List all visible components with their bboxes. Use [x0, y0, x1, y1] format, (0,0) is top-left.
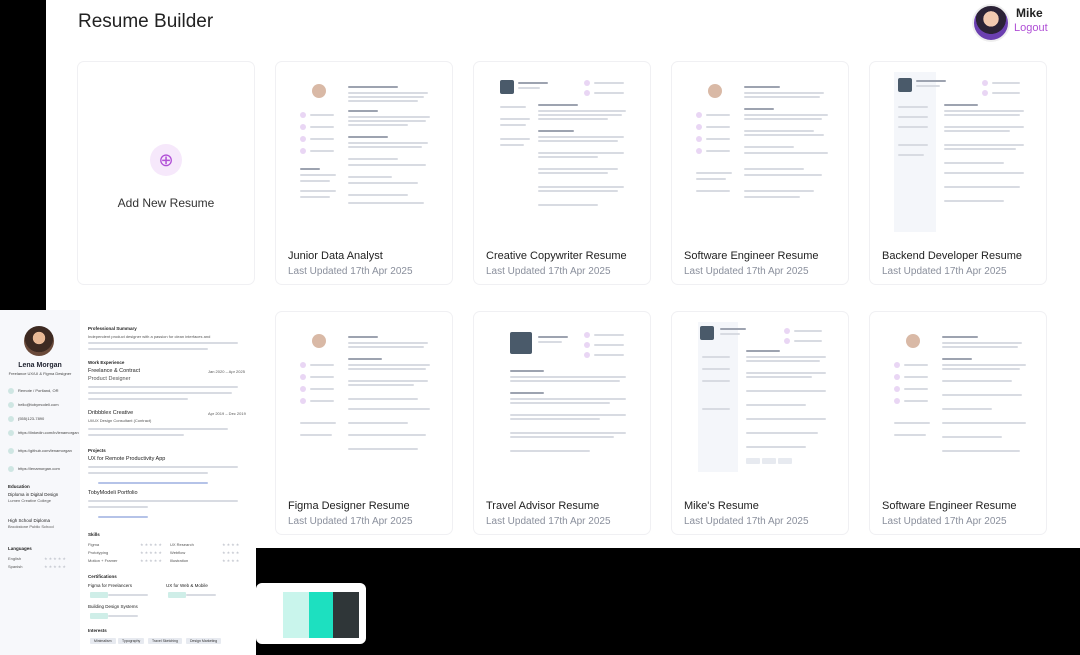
preview-text: English — [8, 556, 22, 561]
resume-card[interactable]: Software Engineer Resume Last Updated 17… — [870, 312, 1046, 534]
preview-text: Brookstone Public School — [8, 524, 54, 529]
interest-tag: Minimalism — [90, 638, 116, 644]
preview-skill: Motion + Framer — [88, 558, 118, 563]
preview-text: Independent product designer with a pass… — [88, 334, 211, 339]
preview-languages-heading: Languages — [8, 546, 32, 551]
resume-thumbnail — [882, 322, 1034, 482]
color-swatch[interactable] — [283, 592, 309, 638]
resume-updated: Last Updated 17th Apr 2025 — [882, 266, 1007, 277]
preview-text: Spanish — [8, 564, 23, 569]
preview-job-dates: Apr 2019 – Dec 2019 — [208, 411, 246, 416]
preview-skills-heading: Skills — [88, 532, 100, 537]
preview-project-title: UX for Remote Productivity App — [88, 456, 166, 462]
resume-title: Travel Advisor Resume — [486, 500, 600, 512]
preview-skill: UX Research — [170, 542, 194, 547]
preview-text: Diploma in Digital Design — [8, 492, 59, 497]
rating-stars: ★★★★★ — [44, 556, 67, 561]
preview-cert: Building Design Systems — [88, 604, 138, 609]
resume-title: Figma Designer Resume — [288, 500, 410, 512]
preview-cert: UX for Web & Mobile — [166, 583, 208, 588]
resume-updated: Last Updated 17th Apr 2025 — [486, 266, 611, 277]
preview-contact: https://linkedin.com/in/lenamorgan — [8, 430, 79, 436]
resume-card[interactable]: Backend Developer Resume Last Updated 17… — [870, 62, 1046, 284]
rating-stars: ★★★★★ — [140, 550, 163, 555]
preview-skill: Prototyping — [88, 550, 109, 555]
color-swatch[interactable] — [309, 592, 335, 638]
resume-thumbnail — [684, 72, 836, 232]
preview-role: Freelance UX/UI & Figma Designer — [8, 371, 72, 376]
preview-contact: hello@tobymodeli.com — [8, 402, 59, 408]
resume-thumbnail — [486, 72, 638, 232]
interest-tag: Design Marketing — [186, 638, 222, 644]
preview-skill: Webflow — [170, 550, 186, 555]
add-new-resume-card[interactable]: ⊕ Add New Resume — [78, 62, 254, 284]
preview-job-title: Freelance & Contract — [88, 368, 140, 374]
preview-contact: https://github.com/lenamorgan — [8, 448, 72, 454]
resume-title: Junior Data Analyst — [288, 250, 383, 262]
preview-skill: Illustration — [170, 558, 189, 563]
resume-thumbnail — [684, 322, 836, 482]
resume-thumbnail — [882, 72, 1034, 232]
resume-preview: Lena Morgan Freelance UX/UI & Figma Desi… — [0, 310, 256, 655]
resume-card[interactable]: Figma Designer Resume Last Updated 17th … — [276, 312, 452, 534]
rating-stars: ★★★★★ — [44, 564, 67, 569]
resume-thumbnail — [288, 72, 440, 232]
resume-title: Software Engineer Resume — [684, 250, 819, 262]
preview-work-heading: Work Experience — [88, 360, 125, 365]
plus-circle-icon: ⊕ — [150, 144, 182, 176]
preview-cert: Figma for Freelancers — [88, 583, 133, 588]
resume-title: Creative Copywriter Resume — [486, 250, 627, 262]
resume-title: Software Engineer Resume — [882, 500, 1017, 512]
resume-card[interactable]: Junior Data Analyst Last Updated 17th Ap… — [276, 62, 452, 284]
resume-updated: Last Updated 17th Apr 2025 — [288, 516, 413, 527]
resume-updated: Last Updated 17th Apr 2025 — [684, 266, 809, 277]
preview-text: High School Diploma — [8, 518, 51, 523]
preview-skill: Figma — [88, 542, 100, 547]
color-palette — [256, 583, 366, 644]
resume-card[interactable]: Travel Advisor Resume Last Updated 17th … — [474, 312, 650, 534]
rating-stars: ★★★★ — [222, 558, 241, 563]
preview-job-title: Dribbblex Creative — [88, 410, 134, 416]
resume-title: Mike's Resume — [684, 500, 759, 512]
preview-contact: (555)123-7890 — [8, 416, 44, 422]
interest-tag: Travel Sketching — [148, 638, 182, 644]
rating-stars: ★★★★★ — [140, 542, 163, 547]
logout-link[interactable]: Logout — [1014, 22, 1048, 34]
page-title: Resume Builder — [78, 11, 214, 32]
interest-tag: Typography — [118, 638, 145, 644]
resume-updated: Last Updated 17th Apr 2025 — [684, 516, 809, 527]
preview-job-dates: Jan 2020 – Apr 2025 — [208, 369, 245, 374]
preview-summary-heading: Professional Summary — [88, 326, 137, 331]
resume-thumbnail — [288, 322, 440, 482]
preview-avatar — [24, 326, 54, 356]
preview-contact: https://lenamorgan.com — [8, 466, 60, 472]
resume-updated: Last Updated 17th Apr 2025 — [288, 266, 413, 277]
rating-stars: ★★★★ — [222, 542, 241, 547]
user-name: Mike — [1016, 6, 1043, 20]
preview-interests-heading: Interests — [88, 628, 107, 633]
resume-card[interactable]: Mike's Resume Last Updated 17th Apr 2025 — [672, 312, 848, 534]
resume-updated: Last Updated 17th Apr 2025 — [882, 516, 1007, 527]
preview-text: Lumen Creative College — [8, 498, 51, 503]
resume-card[interactable]: Creative Copywriter Resume Last Updated … — [474, 62, 650, 284]
preview-job-role: UI/UX Design Consultant (Contract) — [88, 418, 152, 423]
user-avatar[interactable] — [972, 4, 1010, 42]
preview-contact: Remote / Portland, OR — [8, 388, 58, 394]
resume-card[interactable]: Software Engineer Resume Last Updated 17… — [672, 62, 848, 284]
preview-job-role: Product Designer — [88, 376, 131, 382]
preview-projects-heading: Projects — [88, 448, 106, 453]
preview-project-title: TobyModeli Portfolio — [88, 490, 138, 496]
resume-thumbnail — [486, 322, 638, 482]
resume-title: Backend Developer Resume — [882, 250, 1023, 262]
preview-certs-heading: Certifications — [88, 574, 117, 579]
add-new-resume-label: Add New Resume — [117, 196, 215, 210]
color-swatch[interactable] — [333, 592, 359, 638]
rating-stars: ★★★★ — [222, 550, 241, 555]
rating-stars: ★★★★★ — [140, 558, 163, 563]
preview-name: Lena Morgan — [18, 362, 62, 369]
resume-updated: Last Updated 17th Apr 2025 — [486, 516, 611, 527]
preview-education-heading: Education — [8, 484, 30, 489]
